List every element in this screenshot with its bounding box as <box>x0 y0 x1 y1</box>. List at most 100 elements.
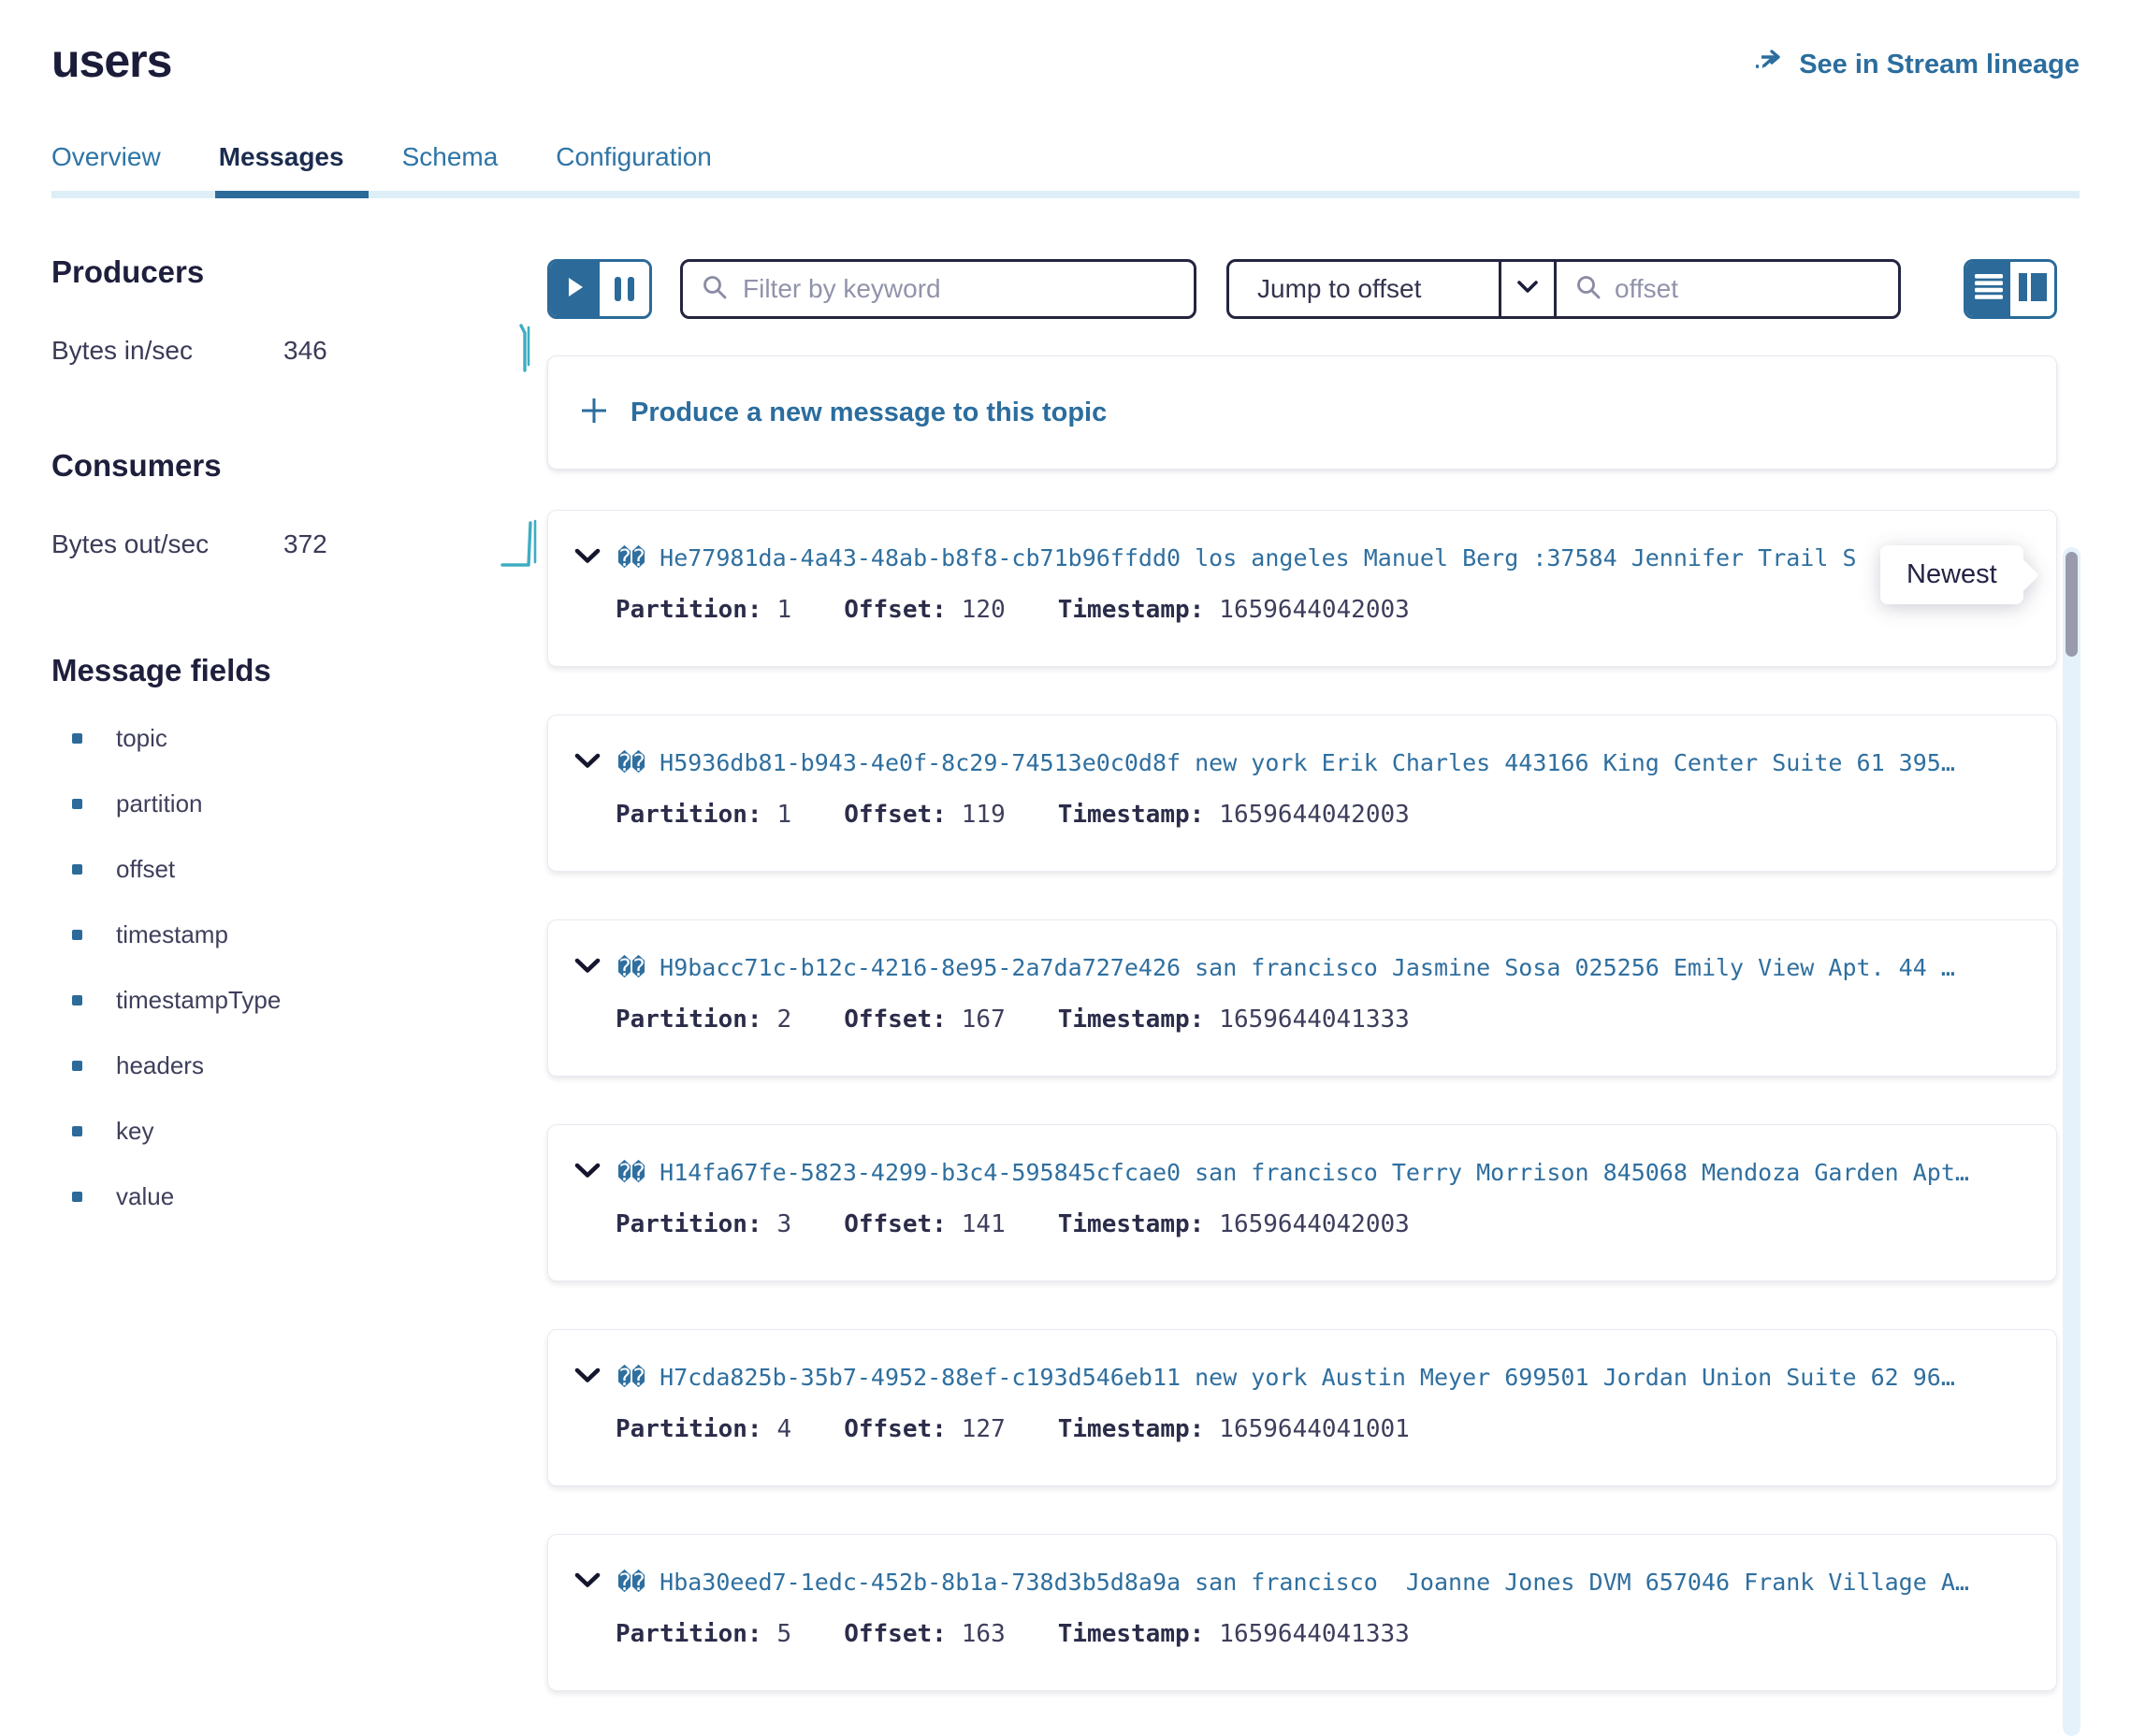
list-view-icon <box>1975 272 2003 307</box>
offset-value: 120 <box>962 596 1006 624</box>
partition-value: 2 <box>777 1005 792 1034</box>
message-row[interactable]: �� H14fa67fe-5823-4299-b3c4-595845cfcae0… <box>547 1124 2057 1281</box>
field-item-headers[interactable]: headers <box>51 1033 547 1098</box>
offset-label: Offset: <box>844 801 947 829</box>
bytes-in-label: Bytes in/sec <box>51 336 283 366</box>
offset-value: 127 <box>962 1415 1006 1443</box>
timestamp-label: Timestamp: <box>1058 1210 1205 1238</box>
timestamp-value: 1659644041333 <box>1219 1620 1410 1648</box>
field-item-topic[interactable]: topic <box>51 705 547 771</box>
lineage-arrow-icon <box>1754 49 1786 80</box>
newest-tooltip-label: Newest <box>1880 545 2023 604</box>
partition-label: Partition: <box>616 1415 762 1443</box>
play-icon <box>567 277 584 302</box>
page-header: users See in Stream lineage <box>0 0 2131 88</box>
bytes-out-value: 372 <box>283 529 327 559</box>
message-summary: �� He77981da-4a43-48ab-b8f8-cb71b96ffdd0… <box>617 544 2030 571</box>
timestamp-value: 1659644041001 <box>1219 1415 1410 1443</box>
field-bullet-icon <box>72 1192 82 1202</box>
partition-label: Partition: <box>616 1005 762 1034</box>
expand-chevron-icon[interactable] <box>574 1367 601 1388</box>
column-view-icon <box>2019 273 2047 306</box>
expand-chevron-icon[interactable] <box>574 548 601 569</box>
lineage-link-label: See in Stream lineage <box>1799 50 2080 80</box>
bytes-out-sparkline <box>500 514 547 574</box>
pause-button[interactable] <box>600 262 649 316</box>
message-row[interactable]: �� H5936db81-b943-4e0f-8c29-74513e0c0d8f… <box>547 715 2057 872</box>
message-summary: �� H7cda825b-35b7-4952-88ef-c193d546eb11… <box>617 1364 2030 1391</box>
message-row[interactable]: �� H9bacc71c-b12c-4216-8e95-2a7da727e426… <box>547 919 2057 1077</box>
message-list-scrollbar[interactable] <box>2063 547 2080 1736</box>
partition-value: 1 <box>777 801 792 829</box>
timestamp-value: 1659644042003 <box>1219 596 1410 624</box>
message-row[interactable]: �� He77981da-4a43-48ab-b8f8-cb71b96ffdd0… <box>547 510 2057 667</box>
bytes-out-label: Bytes out/sec <box>51 529 283 559</box>
expand-chevron-icon[interactable] <box>574 753 601 774</box>
offset-search-field <box>1557 262 1898 316</box>
jump-to-offset-select[interactable]: Jump to offset <box>1229 262 1499 316</box>
field-bullet-icon <box>72 864 82 875</box>
offset-label: Offset: <box>844 1210 947 1238</box>
column-view-button[interactable] <box>2010 262 2054 316</box>
keyword-filter-field <box>680 259 1196 319</box>
field-item-timestamp[interactable]: timestamp <box>51 902 547 967</box>
timestamp-value: 1659644042003 <box>1219 801 1410 829</box>
partition-value: 1 <box>777 596 792 624</box>
pause-icon <box>628 277 634 301</box>
list-view-button[interactable] <box>1966 262 2010 316</box>
message-meta: Partition:5 Offset:163 Timestamp:1659644… <box>574 1620 2030 1648</box>
bytes-in-row: Bytes in/sec 346 <box>51 320 547 381</box>
message-row[interactable]: �� H7cda825b-35b7-4952-88ef-c193d546eb11… <box>547 1329 2057 1486</box>
timestamp-label: Timestamp: <box>1058 1415 1205 1443</box>
tab-overview[interactable]: Overview <box>51 142 161 198</box>
scrollbar-thumb[interactable] <box>2066 552 2078 657</box>
offset-search-input[interactable] <box>1615 274 1879 304</box>
field-item-partition[interactable]: partition <box>51 771 547 836</box>
timestamp-value: 1659644041333 <box>1219 1005 1410 1034</box>
newest-tooltip: Newest <box>1880 545 2023 604</box>
field-item-timestampType[interactable]: timestampType <box>51 967 547 1033</box>
message-fields-list: topic partition offset timestamp timesta… <box>51 705 547 1229</box>
tab-bar: Overview Messages Schema Configuration <box>51 142 2080 198</box>
offset-label: Offset: <box>844 1005 947 1034</box>
metrics-sidebar: Producers Bytes in/sec 346 Consumers Byt… <box>51 198 547 1229</box>
expand-chevron-icon[interactable] <box>574 1163 601 1183</box>
play-button[interactable] <box>550 262 600 316</box>
chevron-down-icon <box>1515 279 1540 300</box>
expand-chevron-icon[interactable] <box>574 958 601 978</box>
tab-schema[interactable]: Schema <box>402 142 499 198</box>
pause-icon <box>615 277 621 301</box>
message-fields-heading: Message fields <box>51 653 547 688</box>
tab-messages[interactable]: Messages <box>219 142 344 198</box>
expand-chevron-icon[interactable] <box>574 1572 601 1593</box>
offset-label: Offset: <box>844 1620 947 1648</box>
message-row[interactable]: �� Hba30eed7-1edc-452b-8b1a-738d3b5d8a9a… <box>547 1534 2057 1691</box>
producers-heading: Producers <box>51 254 547 290</box>
bytes-in-value: 346 <box>283 336 327 366</box>
offset-value: 141 <box>962 1210 1006 1238</box>
stream-lineage-link[interactable]: See in Stream lineage <box>1754 49 2080 80</box>
play-pause-toggle <box>547 259 652 319</box>
tab-configuration[interactable]: Configuration <box>556 142 712 198</box>
message-summary: �� H5936db81-b943-4e0f-8c29-74513e0c0d8f… <box>617 749 2030 776</box>
timestamp-label: Timestamp: <box>1058 596 1205 624</box>
produce-message-label: Produce a new message to this topic <box>631 398 1107 428</box>
jump-to-offset-control: Jump to offset <box>1226 259 1901 319</box>
jump-to-offset-chevron[interactable] <box>1499 262 1557 316</box>
message-list: �� He77981da-4a43-48ab-b8f8-cb71b96ffdd0… <box>547 510 2057 1691</box>
offset-value: 167 <box>962 1005 1006 1034</box>
keyword-filter-input[interactable] <box>743 274 1175 304</box>
partition-label: Partition: <box>616 801 762 829</box>
search-icon <box>1575 274 1602 305</box>
field-item-key[interactable]: key <box>51 1098 547 1164</box>
produce-message-button[interactable]: Produce a new message to this topic <box>547 355 2057 470</box>
field-item-offset[interactable]: offset <box>51 836 547 902</box>
search-icon <box>702 274 728 305</box>
message-summary: �� H9bacc71c-b12c-4216-8e95-2a7da727e426… <box>617 954 2030 981</box>
field-item-value[interactable]: value <box>51 1164 547 1229</box>
offset-value: 119 <box>962 801 1006 829</box>
messages-panel: Jump to offset <box>547 198 2080 1736</box>
field-bullet-icon <box>72 1126 82 1136</box>
message-meta: Partition:2 Offset:167 Timestamp:1659644… <box>574 1005 2030 1034</box>
message-summary: �� H14fa67fe-5823-4299-b3c4-595845cfcae0… <box>617 1159 2030 1186</box>
